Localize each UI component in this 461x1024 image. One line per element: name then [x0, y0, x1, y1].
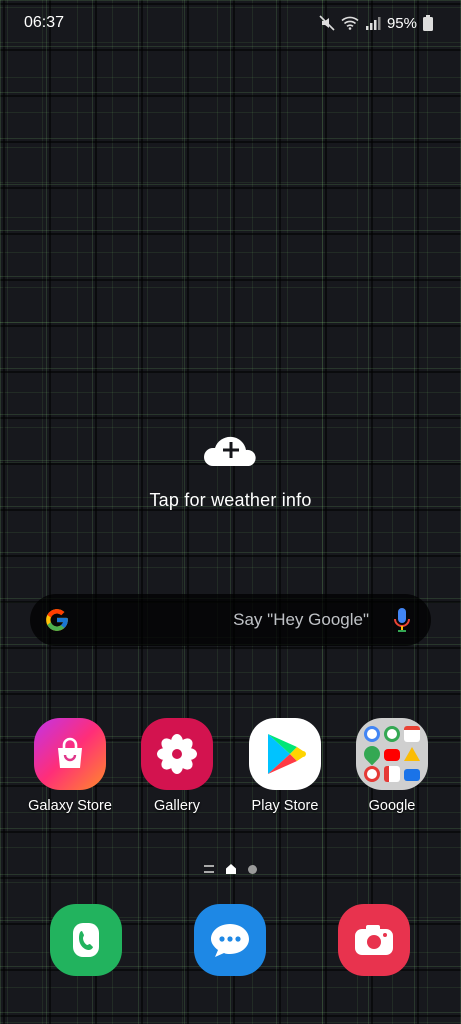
- google-search-bar[interactable]: Say "Hey Google": [30, 594, 431, 646]
- google-logo-icon: [46, 609, 68, 631]
- dock-messages[interactable]: [194, 904, 266, 976]
- weather-widget[interactable]: Tap for weather info: [0, 430, 461, 511]
- phone-icon: [73, 923, 99, 957]
- app-galaxy-store[interactable]: Galaxy Store: [24, 718, 116, 814]
- weather-prompt: Tap for weather info: [149, 490, 312, 510]
- page-dot: [248, 864, 257, 874]
- app-google-folder[interactable]: Google: [346, 718, 438, 814]
- app-label-google: Google: [368, 798, 416, 814]
- app-label-play-store: Play Store: [251, 798, 319, 814]
- status-bar: 06:37 95%: [0, 0, 461, 46]
- battery-level: 95%: [386, 14, 417, 32]
- battery-icon: [423, 15, 433, 31]
- app-label-gallery: Gallery: [154, 798, 200, 814]
- app-gallery[interactable]: Gallery: [131, 718, 223, 814]
- dock-phone[interactable]: [50, 904, 122, 976]
- camera-icon: [355, 925, 393, 955]
- google-folder-icon: [356, 718, 428, 790]
- mute-icon: [319, 15, 335, 31]
- status-icons: 95%: [319, 15, 433, 32]
- signal-icon: [365, 17, 381, 30]
- play-store-icon: [249, 718, 321, 790]
- gallery-flower-icon: [141, 718, 213, 790]
- galaxy-store-icon: [34, 718, 106, 790]
- home-page-dot: [226, 864, 236, 874]
- app-label-galaxy-store: Galaxy Store: [28, 798, 112, 814]
- mic-icon[interactable]: [393, 607, 411, 633]
- home-menu-indicator: [204, 865, 214, 873]
- page-indicator: [0, 864, 461, 874]
- cloud-plus-icon: [203, 436, 256, 466]
- wifi-icon: [341, 16, 359, 30]
- app-play-store[interactable]: Play Store: [239, 718, 331, 814]
- messages-icon: [211, 924, 249, 957]
- dock-camera[interactable]: [338, 904, 410, 976]
- search-hint: Say "Hey Google": [233, 610, 369, 629]
- clock: 06:37: [24, 14, 65, 31]
